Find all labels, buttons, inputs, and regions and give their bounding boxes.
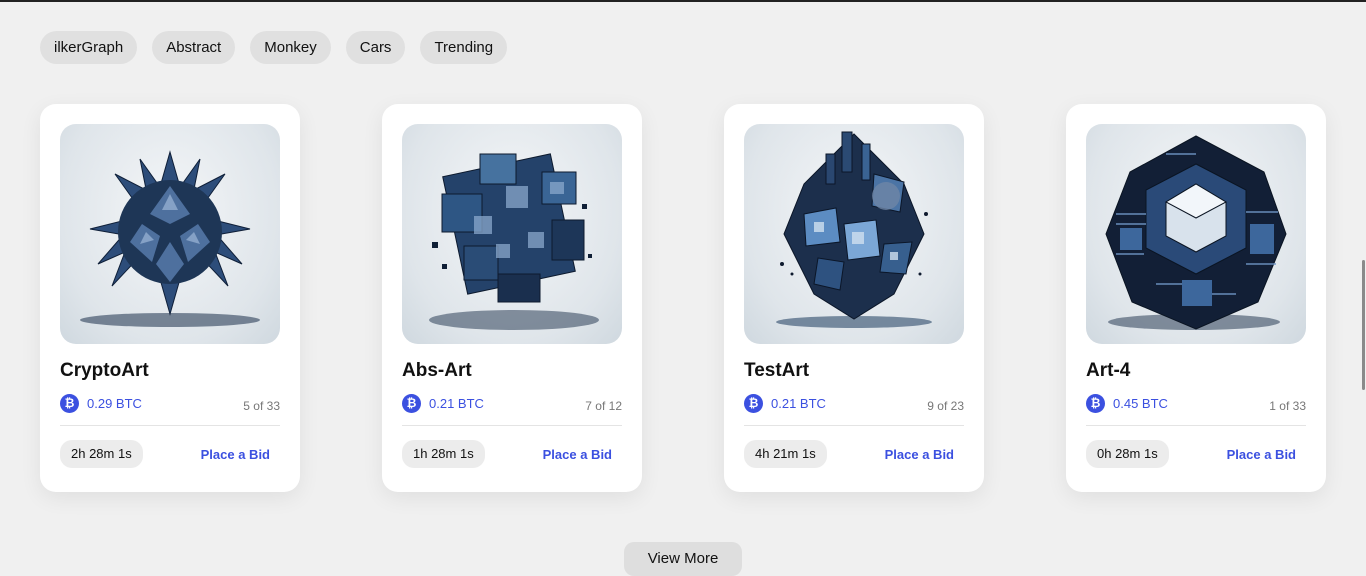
nft-card[interactable]: Abs-Art ₿ 0.21 BTC 7 of 12 1h 28m 1s Pla… <box>382 104 642 492</box>
striped-polyhedron-artwork <box>1105 135 1287 330</box>
nft-card[interactable]: Art-4 ₿ 0.45 BTC 1 of 33 0h 28m 1s Place… <box>1066 104 1326 492</box>
nft-price: ₿ 0.45 BTC <box>1086 393 1168 413</box>
countdown-timer: 1h 28m 1s <box>402 440 485 468</box>
countdown-timer: 0h 28m 1s <box>1086 440 1169 468</box>
nft-title: Art-4 <box>1086 360 1131 381</box>
nft-title: CryptoArt <box>60 360 149 381</box>
price-value: 0.29 BTC <box>87 395 142 411</box>
place-bid-button[interactable]: Place a Bid <box>1227 447 1296 462</box>
shard-tower-artwork <box>776 131 932 328</box>
edition-count: 7 of 12 <box>585 399 622 413</box>
edition-count: 1 of 33 <box>1269 399 1306 413</box>
nft-meta: ₿ 0.21 BTC 7 of 12 <box>402 392 622 414</box>
scrollbar[interactable] <box>1360 0 1366 558</box>
nft-meta: ₿ 0.45 BTC 1 of 33 <box>1086 392 1306 414</box>
place-bid-button[interactable]: Place a Bid <box>201 447 270 462</box>
tag-cars[interactable]: Cars <box>345 31 406 64</box>
nft-price: ₿ 0.29 BTC <box>60 393 142 413</box>
nft-artwork-image[interactable] <box>1086 124 1306 344</box>
bitcoin-icon: ₿ <box>744 393 763 413</box>
card-footer: 1h 28m 1s Place a Bid <box>402 440 622 468</box>
place-bid-button[interactable]: Place a Bid <box>543 447 612 462</box>
card-footer: 2h 28m 1s Place a Bid <box>60 440 280 468</box>
top-border <box>0 0 1366 2</box>
card-divider <box>1086 425 1306 426</box>
cube-cluster-artwork <box>429 153 599 330</box>
bitcoin-icon: ₿ <box>1086 393 1105 413</box>
nft-card-grid: CryptoArt ₿ 0.29 BTC 5 of 33 2h 28m 1s P… <box>40 104 1326 492</box>
countdown-timer: 4h 21m 1s <box>744 440 827 468</box>
tag-trending[interactable]: Trending <box>420 31 508 64</box>
card-divider <box>744 425 964 426</box>
card-divider <box>60 425 280 426</box>
tag-ilkergraph[interactable]: ilkerGraph <box>40 31 138 64</box>
nft-card[interactable]: CryptoArt ₿ 0.29 BTC 5 of 33 2h 28m 1s P… <box>40 104 300 492</box>
countdown-timer: 2h 28m 1s <box>60 440 143 468</box>
price-value: 0.21 BTC <box>429 395 484 411</box>
bitcoin-icon: ₿ <box>60 393 79 413</box>
tag-abstract[interactable]: Abstract <box>152 31 236 64</box>
price-value: 0.45 BTC <box>1113 395 1168 411</box>
edition-count: 5 of 33 <box>243 399 280 413</box>
nft-card[interactable]: TestArt ₿ 0.21 BTC 9 of 23 4h 21m 1s Pla… <box>724 104 984 492</box>
nft-title: Abs-Art <box>402 360 472 381</box>
card-divider <box>402 425 622 426</box>
view-more-button[interactable]: View More <box>624 542 742 576</box>
nft-artwork-image[interactable] <box>402 124 622 344</box>
nft-price: ₿ 0.21 BTC <box>744 393 826 413</box>
nft-artwork-image[interactable] <box>744 124 964 344</box>
nft-title: TestArt <box>744 360 810 381</box>
place-bid-button[interactable]: Place a Bid <box>885 447 954 462</box>
nft-meta: ₿ 0.21 BTC 9 of 23 <box>744 392 964 414</box>
nft-artwork-image[interactable] <box>60 124 280 344</box>
card-footer: 0h 28m 1s Place a Bid <box>1086 440 1306 468</box>
nft-price: ₿ 0.21 BTC <box>402 393 484 413</box>
price-value: 0.21 BTC <box>771 395 826 411</box>
nft-meta: ₿ 0.29 BTC 5 of 33 <box>60 392 280 414</box>
category-tags: ilkerGraph Abstract Monkey Cars Trending <box>40 31 508 64</box>
tag-monkey[interactable]: Monkey <box>250 31 331 64</box>
bitcoin-icon: ₿ <box>402 393 421 413</box>
card-footer: 4h 21m 1s Place a Bid <box>744 440 964 468</box>
edition-count: 9 of 23 <box>927 399 964 413</box>
scrollbar-thumb[interactable] <box>1362 260 1365 390</box>
crystal-sphere-artwork <box>80 150 260 327</box>
